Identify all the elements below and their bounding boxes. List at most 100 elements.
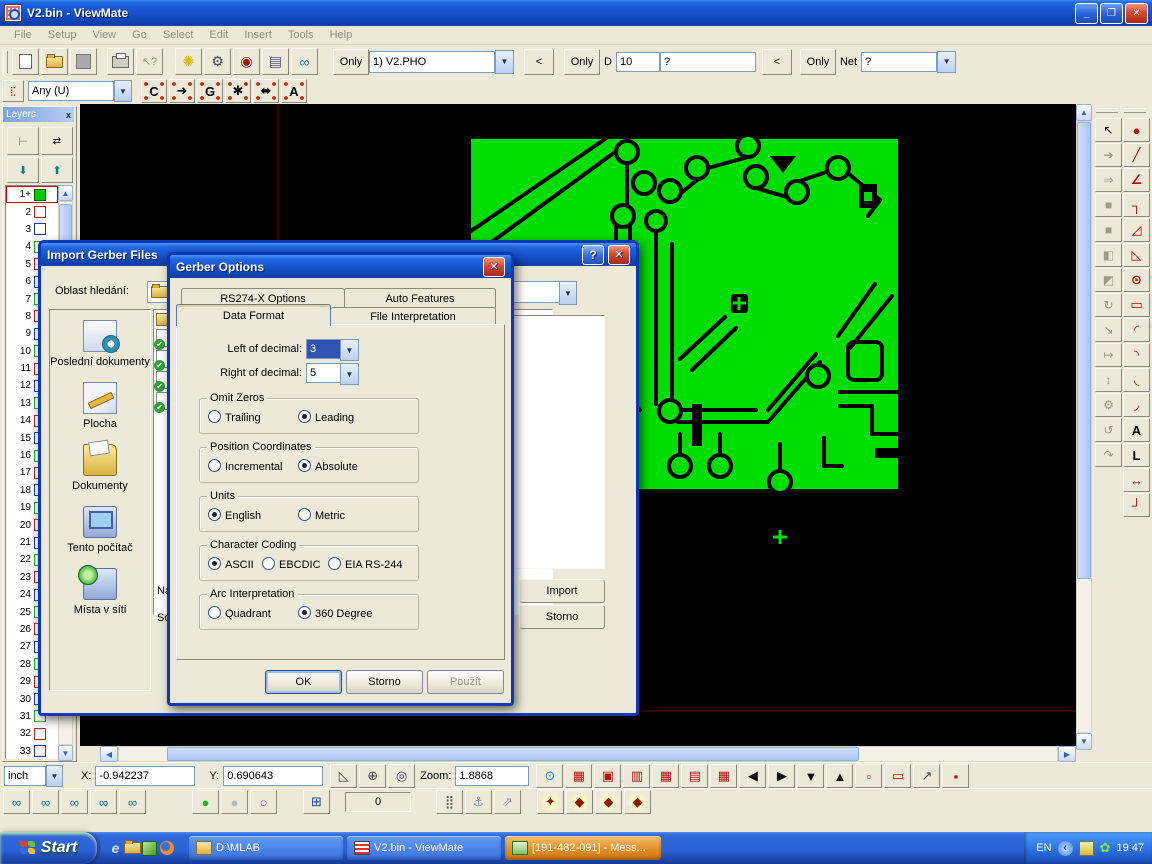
draw-tool-button[interactable]: ┐ xyxy=(1123,193,1150,217)
draw-tool-button[interactable]: ● xyxy=(1123,118,1150,142)
highlight-mode-button[interactable]: ● xyxy=(192,790,219,814)
unit-combo[interactable]: inch xyxy=(4,766,46,786)
pad-display-button[interactable]: ◆ xyxy=(595,790,622,814)
menu-item[interactable]: Help xyxy=(322,27,361,43)
hscroll-right-icon[interactable]: ▶ xyxy=(1058,746,1076,762)
only-layer-button[interactable]: Only xyxy=(333,49,369,75)
y-coordinate-field[interactable]: 0.690643 xyxy=(223,766,323,786)
view-grid-button[interactable]: ◀ xyxy=(739,764,766,788)
aperture-type-button[interactable]: C xyxy=(141,79,167,103)
aperture-type-button[interactable]: ⬌ xyxy=(253,79,279,103)
radio-incremental[interactable]: Incremental xyxy=(208,459,282,473)
taskbar-task-viewmate[interactable]: V2.bin - ViewMate xyxy=(347,836,501,860)
view-grid-button[interactable]: ▼ xyxy=(797,764,824,788)
draw-tool-button[interactable]: ◿ xyxy=(1123,218,1150,242)
radio-quadrant[interactable]: Quadrant xyxy=(208,606,271,620)
layer-row[interactable]: 3 xyxy=(6,221,58,238)
menu-item[interactable]: Insert xyxy=(236,27,280,43)
pad-display-button[interactable]: ◆ xyxy=(566,790,593,814)
only-dcode-button[interactable]: Only xyxy=(564,49,600,75)
draw-tool-button[interactable]: ∠ xyxy=(1123,168,1150,192)
places-bar-item[interactable]: Místa v síti xyxy=(50,568,150,616)
view-tool-button[interactable]: ◉ xyxy=(233,48,260,75)
menu-item[interactable]: Tools xyxy=(280,27,322,43)
x-coordinate-field[interactable]: -0.942237 xyxy=(95,766,195,786)
aperture-type-button[interactable]: A xyxy=(281,79,307,103)
draw-tool-button[interactable]: ◜ xyxy=(1123,318,1150,342)
layer-swap-button[interactable]: ⇄ xyxy=(41,127,73,155)
edit-tool-button[interactable]: ↘ xyxy=(1095,318,1122,342)
radio-english[interactable]: English xyxy=(208,508,261,522)
places-bar-item[interactable]: Poslední dokumenty xyxy=(50,320,150,368)
new-file-button[interactable] xyxy=(12,48,39,75)
radio-icon[interactable] xyxy=(208,459,221,472)
net-combo-arrow[interactable]: ▼ xyxy=(937,51,956,73)
start-button[interactable]: Start xyxy=(0,832,97,864)
layer-scroll-up-icon[interactable]: ▲ xyxy=(58,185,73,201)
edit-tool-button[interactable]: ⇒ xyxy=(1095,168,1122,192)
layers-panel-close-icon[interactable]: x xyxy=(66,110,71,120)
coordinate-mode-button[interactable]: ◎ xyxy=(388,764,415,788)
view-grid-button[interactable]: ▦ xyxy=(652,764,679,788)
view-grid-button[interactable]: ▶ xyxy=(768,764,795,788)
highlight-mode-button[interactable]: ● xyxy=(221,790,248,814)
radio-icon[interactable] xyxy=(208,606,221,619)
import-cancel-button[interactable]: Storno xyxy=(519,605,605,629)
layer-color-swatch[interactable] xyxy=(34,223,46,235)
vscroll-down-icon[interactable]: ▼ xyxy=(1076,733,1092,750)
restore-button[interactable]: ❐ xyxy=(1100,3,1123,24)
edit-tool-button[interactable]: ➔ xyxy=(1095,143,1122,167)
menu-item[interactable]: File xyxy=(6,27,40,43)
radio-metric[interactable]: Metric xyxy=(298,508,345,522)
coordinate-mode-button[interactable]: ⊕ xyxy=(359,764,386,788)
unit-combo-arrow[interactable]: ▼ xyxy=(46,765,63,787)
layer-move-down-button[interactable]: ⬇ xyxy=(7,157,39,183)
view-grid-button[interactable]: ⊙ xyxy=(536,764,563,788)
edit-tool-button[interactable]: ■ xyxy=(1095,193,1122,217)
radio-360-degree[interactable]: 360 Degree xyxy=(298,606,373,620)
view-grid-button[interactable]: ▦ xyxy=(710,764,737,788)
view-filter-button[interactable]: ∞ xyxy=(119,790,146,814)
right-decimal-combo-arrow[interactable]: ▼ xyxy=(340,363,359,385)
menu-item[interactable]: Edit xyxy=(201,27,236,43)
edit-tool-button[interactable]: ◧ xyxy=(1095,243,1122,267)
radio-icon-selected[interactable] xyxy=(298,606,311,619)
pad-display-button[interactable]: ◆ xyxy=(624,790,651,814)
layer-select-combo[interactable]: 1) V2.PHO xyxy=(369,51,495,73)
canvas-hscrollbar[interactable]: ◀ ▶ xyxy=(100,746,1076,762)
radio-leading[interactable]: Leading xyxy=(298,410,354,424)
draw-tool-button[interactable]: L xyxy=(1123,443,1150,467)
save-button[interactable] xyxy=(70,48,97,75)
view-grid-button[interactable]: ▲ xyxy=(826,764,853,788)
radio-icon[interactable] xyxy=(262,557,275,570)
aperture-type-button[interactable]: G xyxy=(197,79,223,103)
places-bar-item[interactable]: Tento počítač xyxy=(50,506,150,554)
radio-absolute[interactable]: Absolute xyxy=(298,459,358,473)
edit-tool-button[interactable]: ↻ xyxy=(1095,293,1122,317)
view-grid-button[interactable]: ▦ xyxy=(565,764,592,788)
tray-collapse-icon[interactable]: ‹ xyxy=(1058,841,1073,856)
radio-icon[interactable] xyxy=(298,508,311,521)
edit-tool-button[interactable]: ■ xyxy=(1095,218,1122,242)
tile-windows-button[interactable]: ⊞ xyxy=(303,790,330,814)
pad-display-button[interactable]: ✦ xyxy=(537,790,564,814)
quicklaunch-book-icon[interactable] xyxy=(141,840,158,857)
layer-move-up-button[interactable]: ⬆ xyxy=(41,157,73,183)
tab-data-format[interactable]: Data Format xyxy=(176,304,331,326)
quicklaunch-folder-icon[interactable] xyxy=(124,840,141,857)
left-decimal-combo-arrow[interactable]: ▼ xyxy=(340,339,359,361)
edit-tool-button[interactable]: ⚙ xyxy=(1095,393,1122,417)
draw-tool-button[interactable]: ⊙ xyxy=(1123,268,1150,292)
view-tool-button[interactable]: ∞ xyxy=(291,48,318,75)
print-button[interactable] xyxy=(107,48,134,75)
minimize-button[interactable]: _ xyxy=(1075,3,1098,24)
menu-item[interactable]: View xyxy=(84,27,124,43)
only-net-button[interactable]: Only xyxy=(800,49,836,75)
radio-icon-selected[interactable] xyxy=(208,508,221,521)
radio-icon-selected[interactable] xyxy=(298,410,311,423)
aperture-filter-combo[interactable]: Any (U) xyxy=(28,81,114,101)
layer-row[interactable]: 1+ xyxy=(6,186,58,203)
toolbar-grip[interactable] xyxy=(3,51,8,73)
gerber-dialog-close-button[interactable]: ✕ xyxy=(483,257,505,277)
prev-net-button[interactable]: < xyxy=(762,49,792,75)
